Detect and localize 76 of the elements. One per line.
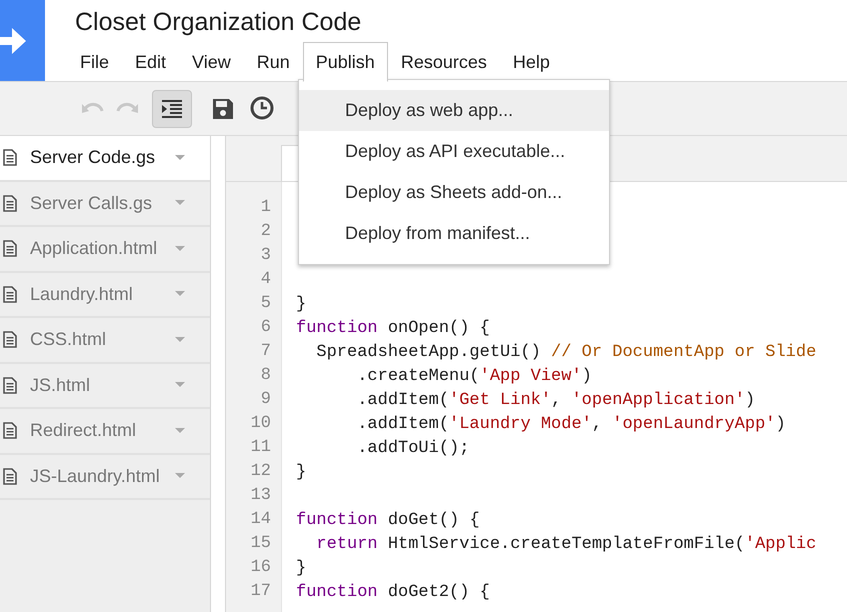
line-number: 5 xyxy=(260,293,271,315)
code-line: } xyxy=(296,462,306,484)
script-entry[interactable]: JS.html xyxy=(0,364,210,409)
file-name: JS.html xyxy=(30,374,92,397)
line-number: 2 xyxy=(260,221,271,243)
line-number: 14 xyxy=(250,509,271,531)
caret-icon[interactable] xyxy=(175,200,185,206)
line-number: 11 xyxy=(250,437,271,459)
code-line: } xyxy=(296,558,306,580)
file-icon xyxy=(3,468,17,485)
menu-item[interactable]: File xyxy=(67,42,122,82)
menu-option[interactable]: Deploy as web app... xyxy=(299,90,609,131)
line-number: 6 xyxy=(260,317,271,339)
code-line: SpreadsheetApp.getUi() // Or DocumentApp or Slide xyxy=(315,342,816,364)
menu-item[interactable]: Edit xyxy=(122,42,180,82)
caret-icon[interactable] xyxy=(175,154,185,161)
menu-item[interactable]: Resources xyxy=(388,42,500,82)
code-line: return HtmlService.createTemplateFromFile('Applic xyxy=(315,534,816,556)
caret-icon[interactable] xyxy=(175,382,185,388)
code-line: function doGet() { xyxy=(296,510,480,532)
clock-icon[interactable] xyxy=(250,96,276,122)
file-icon xyxy=(3,240,17,258)
file-icon xyxy=(3,149,17,166)
file-icon xyxy=(3,194,17,212)
line-number: 7 xyxy=(260,341,271,363)
menu-item[interactable]: View xyxy=(179,42,244,82)
app-logo[interactable] xyxy=(0,0,45,81)
script-entry[interactable]: JS-Laundry.html xyxy=(0,454,210,500)
line-number: 4 xyxy=(260,269,271,291)
line-number: 9 xyxy=(260,389,271,411)
script-entry[interactable]: Server Calls.gs xyxy=(0,182,210,227)
file-icon xyxy=(3,331,17,348)
caret-icon[interactable] xyxy=(175,336,185,343)
indent-button[interactable] xyxy=(152,90,192,128)
save-icon[interactable] xyxy=(212,98,234,120)
menu-item[interactable]: Help xyxy=(500,42,563,82)
window-title: Closet Organization Code xyxy=(75,7,362,38)
code-line: function doGet2() { xyxy=(296,582,490,604)
code-line: .createMenu('App View') xyxy=(356,366,592,388)
caret-icon[interactable] xyxy=(175,428,185,434)
caret-icon[interactable] xyxy=(175,291,185,298)
menu-option[interactable]: Deploy as API executable... xyxy=(299,131,609,172)
line-number: 13 xyxy=(250,485,271,507)
file-name: Application.html xyxy=(30,237,158,260)
file-name: Server Calls.gs xyxy=(30,192,154,215)
line-number: 16 xyxy=(250,557,271,579)
file-icon xyxy=(3,376,17,394)
file-name: Laundry.html xyxy=(30,282,134,306)
code-line: } xyxy=(296,294,306,316)
file-name: CSS.html xyxy=(30,328,108,352)
file-icon xyxy=(3,286,17,303)
line-number: 1 xyxy=(260,197,271,219)
file-name: Redirect.html xyxy=(30,419,138,442)
code-line: .addToUi(); xyxy=(356,438,470,460)
code-line: function onOpen() { xyxy=(296,318,490,340)
line-number: 17 xyxy=(250,581,271,603)
menu-option[interactable]: Deploy from manifest... xyxy=(299,213,609,254)
menu-option[interactable]: Deploy as Sheets add-on... xyxy=(299,172,609,213)
script-entry[interactable]: Laundry.html xyxy=(0,272,210,318)
line-number: 8 xyxy=(260,365,271,387)
arrow-icon xyxy=(0,26,26,56)
file-name: Server Code.gs xyxy=(30,146,156,170)
line-number: 10 xyxy=(250,413,271,435)
line-number: 3 xyxy=(260,245,271,267)
code-line: .addItem('Get Link', 'openApplication') xyxy=(356,390,756,412)
menu-item[interactable]: Publish xyxy=(302,42,388,82)
menu-item[interactable]: Run xyxy=(244,42,303,82)
line-number: 12 xyxy=(250,461,271,483)
indent-icon xyxy=(160,98,184,118)
caret-icon[interactable] xyxy=(175,246,185,252)
script-entry[interactable]: Server Code.gs xyxy=(0,136,210,182)
caret-icon[interactable] xyxy=(175,473,185,480)
line-number: 15 xyxy=(250,533,271,555)
file-icon xyxy=(3,422,17,440)
code-line: .addItem('Laundry Mode', 'openLaundryApp') xyxy=(356,414,786,436)
file-name: JS-Laundry.html xyxy=(30,464,161,488)
